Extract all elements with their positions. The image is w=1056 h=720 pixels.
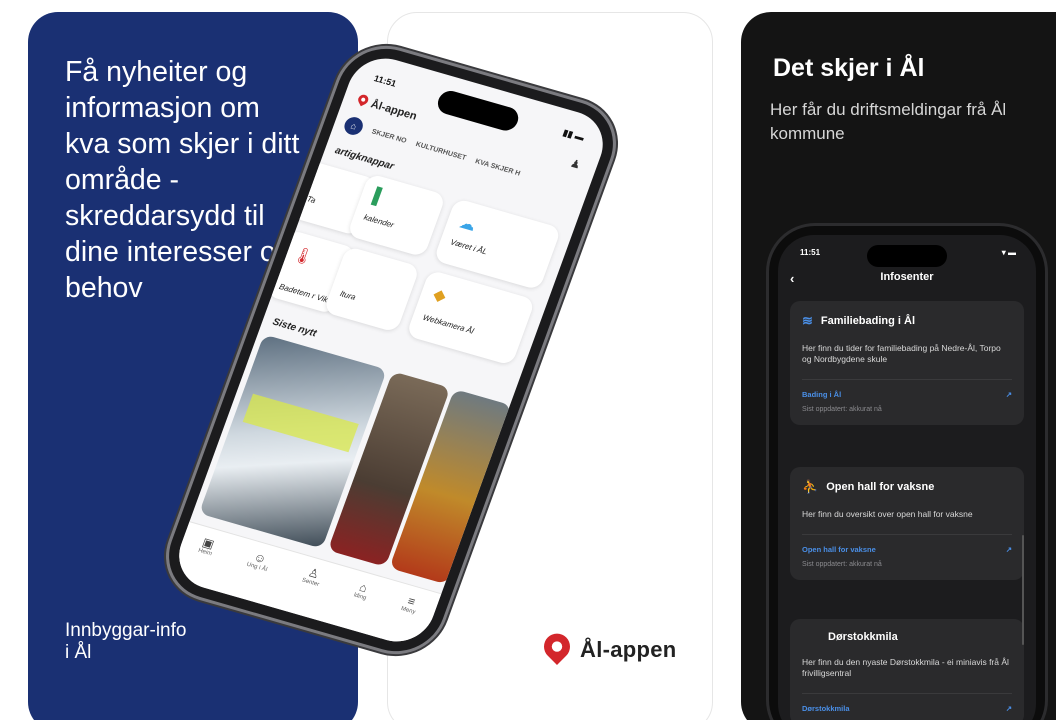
promo-title: Det skjer i Ål bbox=[773, 54, 925, 82]
tab-kva-skjer[interactable]: KVA SKJER H bbox=[474, 158, 521, 177]
info-card-familiebading[interactable]: ≋ Familiebading i Ål Her finn du tider fo… bbox=[790, 301, 1024, 425]
back-chevron-icon[interactable]: ‹ bbox=[790, 271, 794, 286]
dynamic-island bbox=[867, 245, 947, 267]
swimming-icon: ≋ bbox=[802, 313, 813, 328]
external-link-icon: ↗ bbox=[1005, 390, 1012, 399]
info-title: Dørstokkmila bbox=[828, 631, 898, 643]
phone-screen: 11:51 ▾ ▬ ‹ Infosenter ≋ Familiebading i … bbox=[778, 235, 1036, 720]
info-link[interactable]: Dørstokkmila ↗ bbox=[802, 693, 1012, 713]
promo-footer: Innbyggar-info i Ål bbox=[65, 620, 187, 663]
tile-label: Været i ÅL bbox=[449, 237, 489, 257]
tile-label: Webkamera Ål bbox=[421, 312, 475, 336]
external-link-icon: ↗ bbox=[1005, 545, 1012, 554]
home-tab-icon[interactable]: ⌂ bbox=[341, 115, 366, 137]
kite-icon: ◆ bbox=[430, 286, 449, 306]
tab-kulturhuset[interactable]: KULTURHUSET bbox=[415, 141, 467, 162]
external-link-icon: ↗ bbox=[1005, 704, 1012, 713]
info-desc: Her finn du tider for familiebading på N… bbox=[802, 343, 1001, 364]
section-shortcuts-title: artigknappar bbox=[333, 145, 396, 173]
tile-label: kalender bbox=[362, 212, 396, 230]
brand-logo: Ål-appen bbox=[544, 637, 677, 663]
info-link[interactable]: Bading i Ål ↗ bbox=[802, 379, 1012, 399]
dynamic-island bbox=[434, 88, 522, 134]
calendar-icon: ▌ bbox=[370, 187, 388, 207]
status-time: 11:51 bbox=[800, 248, 821, 257]
info-desc: Her finn du den nyaste Dørstokkmila - ei… bbox=[802, 657, 1009, 678]
location-pin-icon bbox=[544, 633, 570, 667]
tile-label: Ta bbox=[305, 194, 317, 206]
brand-name: Ål-appen bbox=[580, 637, 677, 662]
info-card-dorstokkmila[interactable]: Dørstokkmila Her finn du den nyaste Dørs… bbox=[790, 619, 1024, 720]
tabbar-menu[interactable]: ≡ Meny bbox=[389, 593, 421, 645]
info-updated: Sist oppdatert: akkurat nå bbox=[802, 406, 882, 413]
app-name: Ål-appen bbox=[369, 97, 419, 123]
info-link[interactable]: Open hall for vaksne ↗ bbox=[802, 534, 1012, 554]
weather-icon: ☁ bbox=[456, 214, 478, 235]
battery-icon: ▮▮ ▬ bbox=[561, 127, 586, 143]
tab-skjer-no[interactable]: SKJER NO bbox=[371, 128, 408, 144]
thermometer-icon: 🌡 bbox=[290, 245, 316, 268]
app-logo: Ål-appen bbox=[356, 94, 419, 123]
battery-icon: ▾ ▬ bbox=[1001, 248, 1016, 257]
tabbar-melding[interactable]: ⌂ lding bbox=[342, 579, 372, 631]
car-stripe bbox=[242, 393, 359, 453]
section-news-title: Siste nytt bbox=[270, 316, 318, 340]
nav-bar: ‹ Infosenter bbox=[790, 271, 1024, 286]
profile-icon[interactable]: ♟ bbox=[569, 157, 583, 172]
phone-mockup-infosenter: 11:51 ▾ ▬ ‹ Infosenter ≋ Familiebading i … bbox=[769, 226, 1045, 720]
tabbar-home[interactable]: ▣ Heim bbox=[187, 535, 218, 587]
location-pin-icon bbox=[356, 94, 370, 109]
basketball-icon: ⛹ bbox=[802, 479, 819, 494]
info-desc: Her finn du oversikt over open hall for … bbox=[802, 509, 973, 519]
scrollbar[interactable] bbox=[1022, 535, 1024, 645]
tabbar-ung[interactable]: ☺ Ung i Ål bbox=[235, 549, 273, 603]
info-title: Familiebading i Ål bbox=[820, 315, 916, 327]
status-time: 11:51 bbox=[372, 73, 398, 89]
info-updated: Sist oppdatert: akkurat nå bbox=[802, 561, 882, 568]
tile-label: ltura bbox=[338, 289, 357, 302]
promo-subtitle: Her får du driftsmeldingar frå Ål kommun… bbox=[770, 100, 1007, 143]
info-title: Open hall for vaksne bbox=[826, 481, 935, 493]
tabbar-senter[interactable]: ♙ Senter bbox=[290, 564, 324, 617]
info-card-open-hall[interactable]: ⛹ Open hall for vaksne Her finn du oversi… bbox=[790, 467, 1024, 580]
nav-title: Infosenter bbox=[880, 271, 934, 283]
